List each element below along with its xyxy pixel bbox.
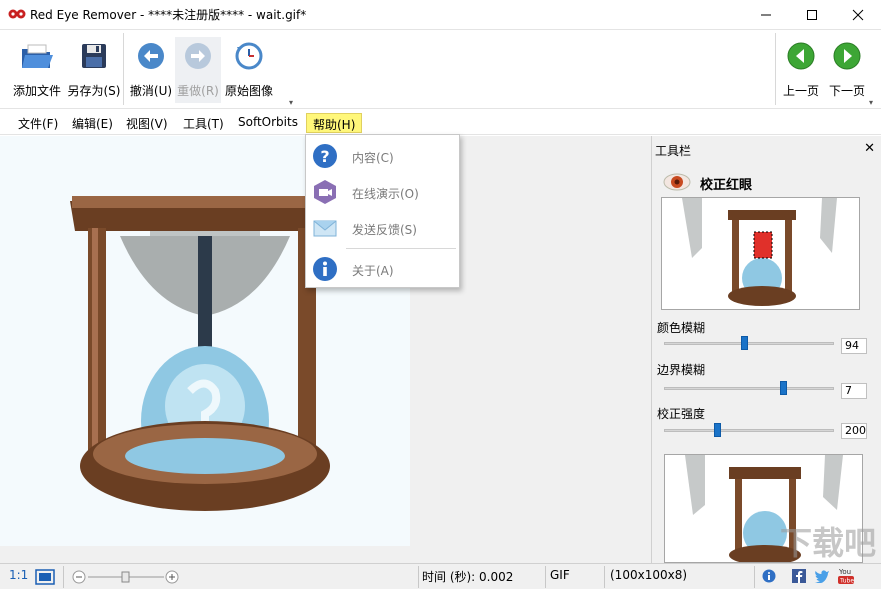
toolbar: 添加文件 另存为(S) 撤消(U) [0,30,881,109]
envelope-icon [312,215,338,241]
close-icon [852,9,864,21]
maximize-button[interactable] [789,0,835,30]
edge-blur-thumb[interactable] [780,381,787,395]
prev-page-label: 上一页 [783,82,819,99]
youtube-icon[interactable]: You Tube [838,567,854,585]
status-separator [63,566,64,588]
save-as-button[interactable]: 另存为(S) [66,37,122,103]
help-dropdown-menu: ? 内容(C) 在线演示(O) 发送反馈(S) 关于(A) [305,134,460,288]
online-demo-label: 在线演示(O) [352,185,419,202]
menu-bar: 文件(F) 编辑(E) 视图(V) 工具(T) SoftOrbits 帮助(H) [0,110,881,135]
window-title: Red Eye Remover - ****未注册版**** - wait.gi… [30,6,306,23]
menu-tools[interactable]: 工具(T) [177,113,230,133]
menu-file[interactable]: 文件(F) [12,113,64,133]
close-button[interactable] [835,0,881,30]
redeye-preview[interactable] [661,197,860,310]
watermark-text: 下载吧 [780,518,876,564]
menu-edit[interactable]: 编辑(E) [66,113,119,133]
send-feedback-item[interactable]: 发送反馈(S) [306,210,459,246]
status-separator [418,566,419,588]
status-bar: 1:1 时间 (秒): 0.002 GIF (100x100x8) You Tu… [0,563,881,589]
redo-button[interactable]: 重做(R) [175,37,221,103]
correction-strength-thumb[interactable] [714,423,721,437]
navigation-group: 上一页 下一页 [775,33,871,105]
panel-close-icon[interactable]: ✕ [864,141,875,156]
edge-blur-label: 边界模糊 [657,361,705,378]
twitter-icon[interactable] [814,569,830,583]
red-eye-icon [662,172,692,192]
save-as-label: 另存为(S) [68,82,121,99]
help-contents-label: 内容(C) [352,149,394,166]
edit-group: 撤消(U) 重做(R) 原始图像 [123,33,275,105]
about-label: 关于(A) [352,262,394,279]
fit-window-icon[interactable] [35,569,55,585]
add-file-label: 添加文件 [13,82,61,99]
color-blur-slider[interactable] [664,342,834,345]
about-item[interactable]: 关于(A) [306,251,459,287]
nav-overflow-icon[interactable]: ▾ [869,98,873,107]
question-icon: ? [312,143,338,169]
svg-text:?: ? [320,147,329,166]
redo-label: 重做(R) [177,82,219,99]
color-blur-value[interactable]: 94 [841,338,867,354]
color-blur-label: 颜色模糊 [657,319,705,336]
edge-blur-slider[interactable] [664,387,834,390]
status-separator [545,566,546,588]
file-group: 添加文件 另存为(S) [6,33,122,105]
minimize-button[interactable] [743,0,789,30]
status-separator [754,566,755,588]
menu-separator [346,248,456,249]
undo-arrow-icon [134,39,168,73]
video-camera-icon [312,179,338,205]
prev-page-button[interactable]: 上一页 [778,37,824,103]
next-page-button[interactable]: 下一页 [824,37,870,103]
original-image-button[interactable]: 原始图像 [222,37,276,103]
facebook-icon[interactable] [792,569,806,583]
watermark: 下载吧 [740,512,880,560]
zoom-1to1-button[interactable]: 1:1 [9,568,28,582]
help-contents-item[interactable]: ? 内容(C) [306,138,459,174]
image-format: GIF [550,568,570,582]
preview-thumbnail [662,198,860,310]
original-image-label: 原始图像 [225,82,273,99]
minimize-icon [760,9,772,21]
maximize-icon [806,9,818,21]
add-file-button[interactable]: 添加文件 [8,37,66,103]
info-icon [312,256,338,282]
app-eye-icon [8,8,26,20]
redo-arrow-icon [181,39,215,73]
color-blur-thumb[interactable] [741,336,748,350]
clock-history-icon [232,39,266,73]
info-icon[interactable] [762,569,776,583]
toolbar-overflow-icon[interactable]: ▾ [289,98,293,107]
menu-help[interactable]: 帮助(H) [306,113,362,133]
toolbox-panel: 工具栏 ✕ 校正红眼 颜色模糊 94 边界模糊 7 校正强度 200 [651,136,881,563]
section-title: 校正红眼 [700,174,752,193]
edge-blur-value[interactable]: 7 [841,383,867,399]
image-dimensions: (100x100x8) [610,568,687,582]
undo-label: 撤消(U) [130,82,172,99]
next-page-label: 下一页 [829,82,865,99]
correction-strength-slider[interactable] [664,429,834,432]
correction-strength-value[interactable]: 200 [841,423,867,439]
svg-text:You: You [838,568,851,576]
floppy-disk-icon [77,39,111,73]
online-demo-item[interactable]: 在线演示(O) [306,174,459,210]
undo-button[interactable]: 撤消(U) [128,37,174,103]
correction-strength-label: 校正强度 [657,405,705,422]
send-feedback-label: 发送反馈(S) [352,221,417,238]
menu-softorbits[interactable]: SoftOrbits [232,113,304,133]
next-arrow-icon [830,39,864,73]
processing-time: 时间 (秒): 0.002 [422,568,513,585]
title-bar: Red Eye Remover - ****未注册版**** - wait.gi… [0,0,881,30]
panel-header: 工具栏 ✕ [652,136,881,162]
panel-title: 工具栏 [655,142,691,159]
status-separator [604,566,605,588]
open-folder-icon [20,39,54,73]
menu-view[interactable]: 视图(V) [120,113,174,133]
svg-text:Tube: Tube [839,578,854,585]
prev-arrow-icon [784,39,818,73]
zoom-slider[interactable] [72,569,182,585]
